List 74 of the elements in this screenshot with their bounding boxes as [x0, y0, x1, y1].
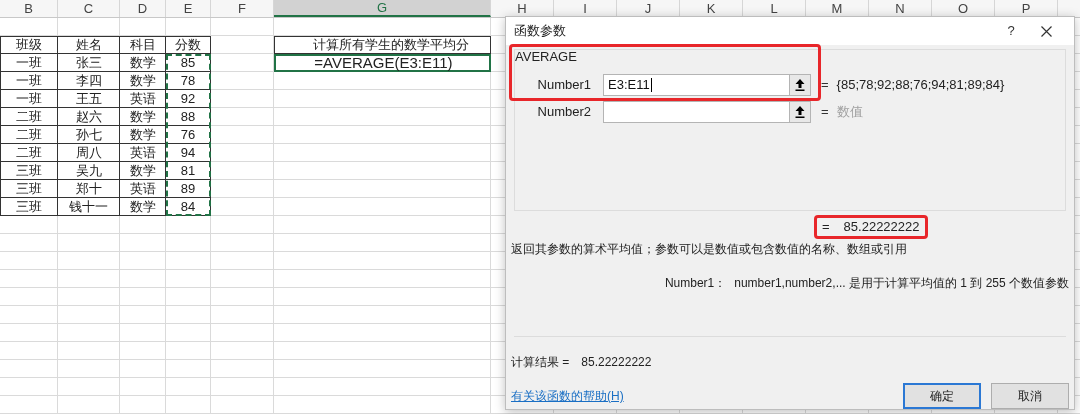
table-cell: 84: [166, 198, 211, 216]
close-icon: [1040, 25, 1052, 37]
collapse-button[interactable]: [789, 101, 810, 122]
help-link[interactable]: 有关该函数的帮助(H): [511, 387, 624, 405]
table-cell: 89: [166, 180, 211, 198]
dialog-title: 函数参数: [514, 22, 566, 41]
table-cell: 三班: [0, 180, 58, 198]
table-cell: 孙七: [58, 126, 120, 144]
argument-label: Number2: [536, 102, 592, 121]
table-cell: 数学: [120, 126, 166, 144]
argument-help-label: Number1：: [664, 275, 727, 292]
column-header-cell: 姓名: [58, 36, 120, 54]
table-cell: 85: [166, 54, 211, 72]
collapse-dialog-icon: [795, 78, 805, 91]
column-header-cell: 科目: [120, 36, 166, 54]
argument-label: Number1: [536, 75, 592, 94]
table-cell: 二班: [0, 144, 58, 162]
table-cell: 一班: [0, 72, 58, 90]
table-cell: 88: [166, 108, 211, 126]
table-cell: 赵六: [58, 108, 120, 126]
table-cell: 94: [166, 144, 211, 162]
table-cell: 81: [166, 162, 211, 180]
table-cell: 英语: [120, 180, 166, 198]
argument-value: E3:E11: [607, 75, 653, 94]
table-cell: 英语: [120, 90, 166, 108]
argument-result: 数值: [836, 102, 863, 121]
calc-result-label: 计算结果 =: [511, 354, 570, 371]
column-header[interactable]: D: [120, 0, 166, 17]
table-cell: 郑十: [58, 180, 120, 198]
help-button[interactable]: ?: [996, 19, 1026, 43]
dialog-button[interactable]: 取消: [991, 383, 1069, 409]
collapse-dialog-icon: [795, 105, 805, 118]
argument-field[interactable]: E3:E11: [603, 73, 811, 96]
table-cell: 92: [166, 90, 211, 108]
table-cell: 王五: [58, 90, 120, 108]
table-cell: 数学: [120, 54, 166, 72]
table-cell: 吴九: [58, 162, 120, 180]
table-cell: 三班: [0, 198, 58, 216]
collapse-button[interactable]: [789, 74, 810, 95]
table-cell: 计算所有学生的数学平均分: [274, 36, 491, 54]
table-cell: 周八: [58, 144, 120, 162]
column-header[interactable]: B: [0, 0, 58, 17]
table-cell: 三班: [0, 162, 58, 180]
column-header-cell: 分数: [166, 36, 211, 54]
table-cell: 一班: [0, 90, 58, 108]
column-header[interactable]: G: [274, 0, 491, 17]
table-cell: 78: [166, 72, 211, 90]
argument-help-text: number1,number2,... 是用于计算平均值的 1 到 255 个数值参数: [734, 275, 1069, 292]
table-cell: 一班: [0, 54, 58, 72]
table-cell: 数学: [120, 198, 166, 216]
dialog-button[interactable]: 确定: [903, 383, 981, 409]
column-header-cell: 班级: [0, 36, 58, 54]
table-cell: 钱十一: [58, 198, 120, 216]
table-cell: 张三: [58, 54, 120, 72]
table-cell: 76: [166, 126, 211, 144]
table-cell: 李四: [58, 72, 120, 90]
formula-cell: =AVERAGE(E3:E11): [274, 54, 491, 72]
result-value: 85.22222222: [843, 218, 920, 237]
table-cell: 英语: [120, 144, 166, 162]
column-header[interactable]: C: [58, 0, 120, 17]
equals-sign: =: [821, 75, 829, 94]
column-header[interactable]: E: [166, 0, 211, 17]
table-cell: 数学: [120, 72, 166, 90]
equals-sign: =: [821, 102, 829, 121]
function-description: 返回其参数的算术平均值；参数可以是数值或包含数值的名称、数组或引用: [510, 241, 908, 258]
argument-result: {85;78;92;88;76;94;81;89;84}: [836, 75, 1005, 94]
table-cell: 数学: [120, 108, 166, 126]
equals-sign: =: [822, 218, 830, 237]
table-cell: 二班: [0, 126, 58, 144]
table-cell: 二班: [0, 108, 58, 126]
table-cell: 数学: [120, 162, 166, 180]
function-name: AVERAGE: [514, 48, 578, 66]
calc-result-value: 85.22222222: [581, 354, 652, 371]
argument-field[interactable]: [603, 100, 811, 123]
